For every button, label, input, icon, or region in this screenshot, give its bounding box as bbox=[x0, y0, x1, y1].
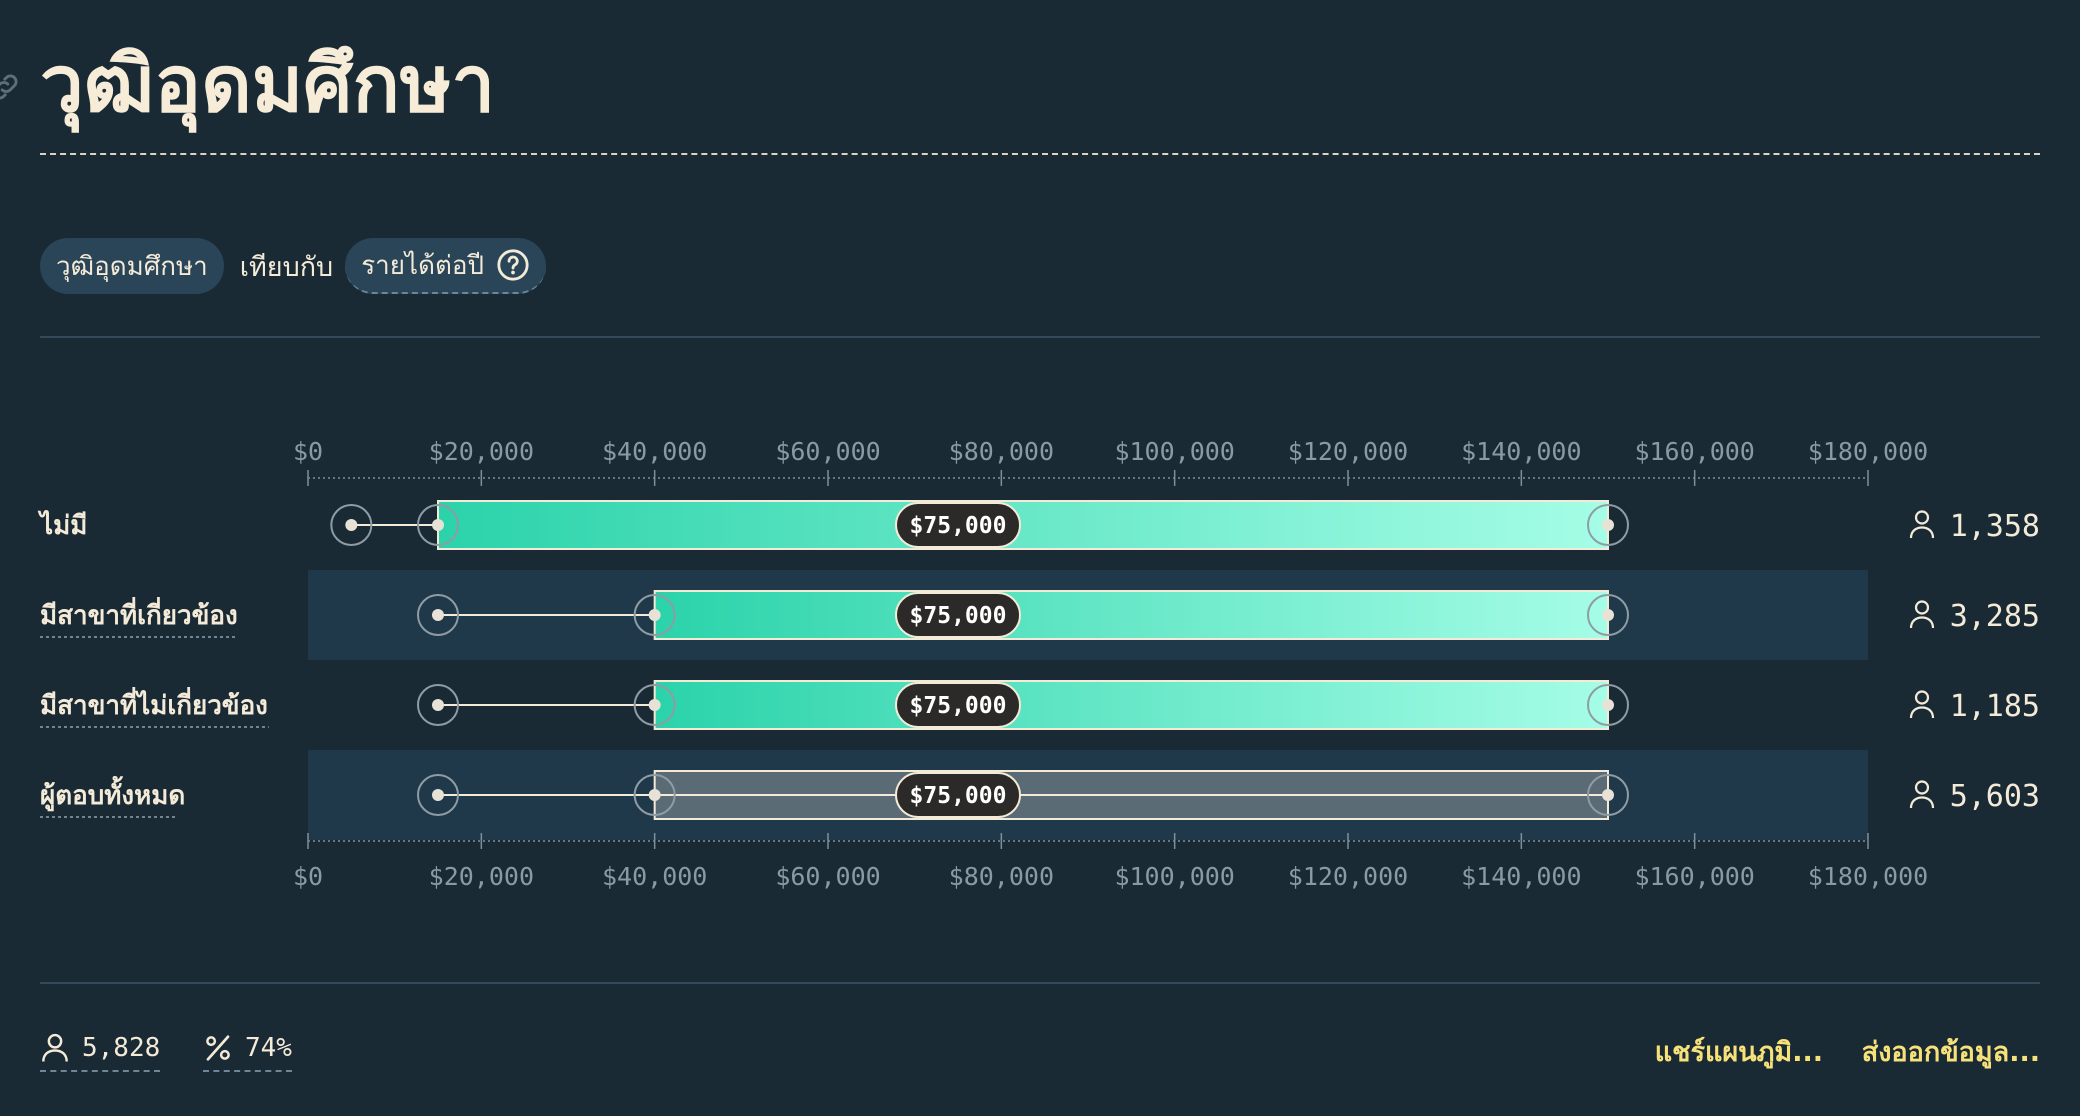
person-icon-head bbox=[1914, 510, 1930, 525]
axis-tick-label: $160,000 bbox=[1634, 437, 1754, 466]
axis-tick-label: $60,000 bbox=[775, 437, 880, 466]
marker-dot bbox=[648, 609, 661, 621]
export-data-link[interactable]: ส่งออกข้อมูล... bbox=[1862, 1030, 2040, 1073]
person-icon-head bbox=[1914, 780, 1930, 795]
person-icon-head bbox=[1914, 600, 1930, 615]
person-icon-body bbox=[1909, 616, 1935, 629]
range-bar[interactable] bbox=[653, 590, 1609, 640]
marker-dot bbox=[1602, 609, 1614, 621]
respondent-count: 1,185 bbox=[1950, 689, 2040, 724]
category-label[interactable]: มีสาขาที่เกี่ยวข้อง bbox=[40, 596, 238, 631]
axis-tick-label: $100,000 bbox=[1114, 862, 1234, 891]
respondent-count: 1,358 bbox=[1950, 509, 2040, 544]
person-icon bbox=[1909, 510, 1935, 539]
axis-tick-label: $0 bbox=[293, 437, 323, 466]
person-icon bbox=[1909, 690, 1935, 719]
percent-stat[interactable]: 74% bbox=[203, 1026, 292, 1072]
income-range-chart: $0 $20,000 $40,000 $60,000 $80,000 $100,000 $1… bbox=[37, 437, 2040, 891]
marker-dot bbox=[1602, 789, 1614, 801]
axis-tick-label: $180,000 bbox=[1808, 437, 1928, 466]
data-row[interactable]: มีสาขาที่ไม่เกี่ยวข้อง $75,000 1,185 bbox=[40, 680, 2040, 730]
axis-tick-label: $40,000 bbox=[602, 437, 707, 466]
percent-value: 74% bbox=[245, 1033, 292, 1063]
range-bar[interactable] bbox=[653, 680, 1609, 730]
axis-tick-label: $120,000 bbox=[1288, 437, 1408, 466]
median-value: $75,000 bbox=[910, 693, 1007, 719]
axis-tick-label: $140,000 bbox=[1461, 437, 1581, 466]
axis-tick-label: $60,000 bbox=[775, 862, 880, 891]
person-icon-body bbox=[1909, 526, 1935, 539]
percent-icon bbox=[206, 1035, 230, 1061]
axis-tick-label: $80,000 bbox=[949, 862, 1054, 891]
share-chart-link[interactable]: แชร์แผนภูมิ... bbox=[1655, 1030, 1823, 1073]
marker-dot bbox=[345, 519, 358, 531]
respondents-stat[interactable]: 5,828 bbox=[40, 1026, 161, 1072]
axis-tick-label: $80,000 bbox=[949, 437, 1054, 466]
marker-dot bbox=[648, 699, 661, 711]
axis-tick-label: $0 bbox=[293, 862, 323, 891]
person-icon-body bbox=[1909, 706, 1935, 719]
respondents-count: 5,828 bbox=[82, 1033, 161, 1063]
person-icon bbox=[1909, 780, 1935, 809]
marker-dot bbox=[432, 609, 444, 621]
respondent-count: 5,603 bbox=[1950, 779, 2040, 814]
person-icon-body bbox=[1909, 796, 1935, 809]
axis-tick-label: $20,000 bbox=[429, 862, 534, 891]
category-label: ไม่มี bbox=[37, 509, 87, 541]
axis-tick-label: $20,000 bbox=[429, 437, 534, 466]
marker-dot bbox=[1602, 699, 1614, 711]
person-icon bbox=[42, 1033, 68, 1062]
axis-tick-label: $160,000 bbox=[1634, 862, 1754, 891]
median-value: $75,000 bbox=[910, 603, 1007, 629]
axis-tick-label: $100,000 bbox=[1114, 437, 1234, 466]
median-value: $75,000 bbox=[910, 783, 1007, 809]
median-value: $75,000 bbox=[910, 513, 1007, 539]
axis-tick-label: $140,000 bbox=[1461, 862, 1581, 891]
marker-dot bbox=[432, 789, 444, 801]
marker-dot bbox=[432, 519, 444, 531]
axis-tick-label: $120,000 bbox=[1288, 862, 1408, 891]
marker-dot bbox=[432, 699, 444, 711]
divider bbox=[40, 982, 2040, 984]
data-row[interactable]: ไม่มี $75,000 1,358 bbox=[37, 500, 2040, 550]
marker-dot bbox=[1602, 519, 1614, 531]
marker-dot bbox=[648, 789, 661, 801]
person-icon-head bbox=[1914, 690, 1930, 705]
category-label[interactable]: มีสาขาที่ไม่เกี่ยวข้อง bbox=[40, 686, 268, 721]
category-label[interactable]: ผู้ตอบทั้งหมด bbox=[40, 775, 185, 812]
axis-tick-label: $180,000 bbox=[1808, 862, 1928, 891]
person-icon bbox=[1909, 600, 1935, 629]
axis-tick-label: $40,000 bbox=[602, 862, 707, 891]
range-bar[interactable] bbox=[437, 500, 1609, 550]
respondent-count: 3,285 bbox=[1950, 599, 2040, 634]
